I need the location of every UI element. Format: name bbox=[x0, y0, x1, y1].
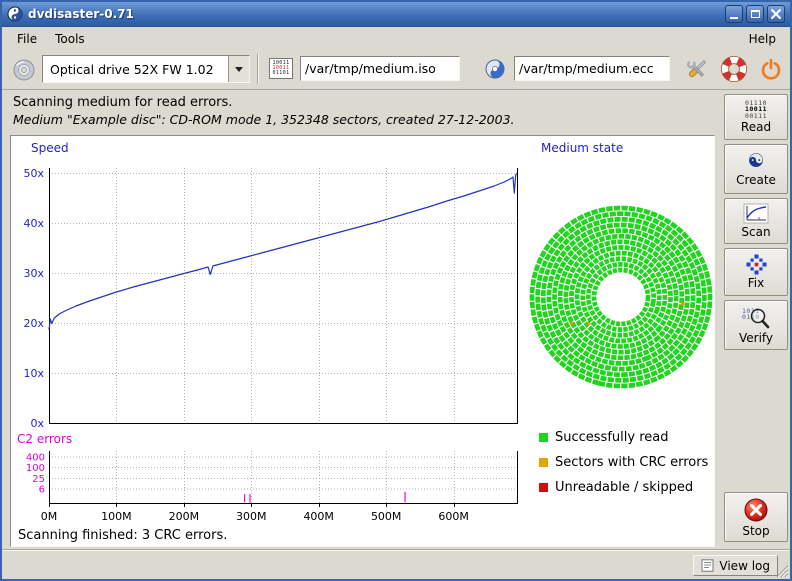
legend-label: Unreadable / skipped bbox=[555, 480, 693, 495]
results-panel: Speed 0x10x20x30x40x50x C2 errors 0M100M… bbox=[10, 135, 715, 547]
binary-read-icon: 01110 10011 00111 bbox=[745, 100, 767, 120]
combo-arrow-button[interactable] bbox=[228, 56, 249, 82]
svg-text:400: 400 bbox=[26, 452, 45, 463]
svg-text:10x: 10x bbox=[23, 367, 44, 380]
svg-text:30x: 30x bbox=[23, 267, 44, 280]
read-button[interactable]: 01110 10011 00111 Read bbox=[724, 94, 788, 140]
quit-button[interactable] bbox=[756, 54, 786, 84]
toolbar-separator bbox=[257, 54, 259, 84]
svg-text:0x: 0x bbox=[30, 417, 44, 430]
speed-chart-title: Speed bbox=[31, 141, 69, 155]
stop-button[interactable]: Stop bbox=[724, 492, 788, 542]
svg-text:6: 6 bbox=[39, 485, 45, 496]
drive-select-value: Optical drive 52X FW 1.02 bbox=[43, 62, 228, 77]
svg-text:50x: 50x bbox=[23, 167, 44, 180]
window-controls bbox=[725, 5, 785, 23]
legend-item: Sectors with CRC errors bbox=[539, 455, 708, 470]
minimize-icon bbox=[730, 17, 738, 19]
chevron-down-icon bbox=[235, 67, 243, 72]
view-log-button[interactable]: View log bbox=[693, 555, 778, 576]
resize-grip[interactable] bbox=[774, 563, 789, 578]
wrench-icon bbox=[683, 56, 710, 83]
svg-text:300M: 300M bbox=[236, 510, 267, 523]
svg-text:25: 25 bbox=[32, 474, 45, 485]
svg-text:0M: 0M bbox=[41, 510, 58, 523]
stop-button-label: Stop bbox=[742, 524, 769, 538]
svg-text:200M: 200M bbox=[169, 510, 200, 523]
image-file-icon: 10011 10011 01101 bbox=[269, 58, 292, 79]
verify-button[interactable]: 1011 0110 Verify bbox=[724, 300, 788, 350]
svg-text:100M: 100M bbox=[101, 510, 132, 523]
fix-pixels-icon bbox=[746, 254, 767, 275]
speed-chart: 0x 10x 20x 30x 40x 50x bbox=[11, 156, 531, 434]
view-log-label: View log bbox=[719, 559, 770, 573]
yin-yang-icon: ☯ bbox=[747, 151, 764, 172]
medium-state-disc bbox=[526, 202, 716, 392]
menubar: File Tools Help bbox=[2, 28, 790, 49]
svg-text:20x: 20x bbox=[23, 317, 44, 330]
maximize-icon bbox=[751, 10, 760, 18]
cd-drive-icon bbox=[12, 58, 36, 82]
read-button-label: Read bbox=[741, 120, 771, 134]
svg-text:500M: 500M bbox=[371, 510, 402, 523]
svg-text:100: 100 bbox=[26, 463, 45, 474]
scan-button[interactable]: Scan bbox=[724, 198, 788, 244]
legend-swatch-green bbox=[539, 433, 548, 442]
legend-label: Successfully read bbox=[555, 430, 668, 445]
help-button[interactable] bbox=[718, 53, 750, 85]
status-line-2: Medium "Example disc": CD-ROM mode 1, 35… bbox=[13, 112, 515, 127]
app-icon bbox=[7, 6, 23, 22]
close-icon bbox=[768, 6, 784, 22]
svg-text:400M: 400M bbox=[303, 510, 334, 523]
legend-item: Successfully read bbox=[539, 430, 668, 445]
statusbar: View log bbox=[2, 549, 790, 579]
fix-button-label: Fix bbox=[748, 276, 764, 290]
create-button[interactable]: ☯ Create bbox=[724, 144, 788, 194]
ecc-path-input[interactable] bbox=[514, 56, 670, 81]
iso-path-input[interactable] bbox=[300, 56, 460, 81]
svg-text:600M: 600M bbox=[438, 510, 469, 523]
menu-help[interactable]: Help bbox=[740, 30, 784, 48]
lifebuoy-icon bbox=[720, 55, 748, 83]
legend-label: Sectors with CRC errors bbox=[555, 455, 708, 470]
preferences-button[interactable] bbox=[680, 54, 712, 84]
scan-button-label: Scan bbox=[741, 225, 770, 239]
c2-errors-chart: 0M 100M 200M 300M 400M 500M 600M 625100400 bbox=[11, 449, 531, 529]
scan-summary: Scanning finished: 3 CRC errors. bbox=[18, 528, 227, 543]
power-icon bbox=[759, 57, 783, 81]
legend-item: Unreadable / skipped bbox=[539, 480, 693, 495]
verify-magnifier-icon: 1011 0110 bbox=[742, 306, 770, 330]
titlebar[interactable]: dvdisaster-0.71 bbox=[2, 2, 790, 27]
ecc-file-button[interactable] bbox=[480, 54, 510, 83]
ecc-disc-icon bbox=[484, 58, 506, 80]
create-button-label: Create bbox=[736, 173, 776, 187]
maximize-button[interactable] bbox=[746, 5, 764, 23]
iso-image-button[interactable]: 10011 10011 01101 bbox=[266, 54, 296, 83]
menu-tools[interactable]: Tools bbox=[46, 30, 94, 48]
verify-button-label: Verify bbox=[739, 331, 773, 345]
legend-swatch-yellow bbox=[539, 458, 548, 467]
close-button[interactable] bbox=[767, 5, 785, 23]
svg-text:40x: 40x bbox=[23, 217, 44, 230]
minimize-button[interactable] bbox=[725, 5, 743, 23]
scan-chart-icon bbox=[743, 203, 769, 224]
app-window: dvdisaster-0.71 File Tools Help bbox=[0, 0, 792, 581]
c2-chart-title: C2 errors bbox=[17, 432, 72, 446]
fix-button[interactable]: Fix bbox=[724, 248, 788, 296]
legend-swatch-red bbox=[539, 483, 548, 492]
menu-file[interactable]: File bbox=[8, 30, 46, 48]
drive-select-combobox[interactable]: Optical drive 52X FW 1.02 bbox=[42, 55, 250, 83]
stop-icon bbox=[743, 497, 769, 523]
window-title: dvdisaster-0.71 bbox=[28, 7, 134, 21]
drive-select-button[interactable] bbox=[10, 56, 38, 84]
status-line-1: Scanning medium for read errors. bbox=[13, 95, 232, 110]
log-icon bbox=[701, 559, 714, 572]
medium-state-title: Medium state bbox=[541, 141, 623, 155]
toolbar: Optical drive 52X FW 1.02 10011 10011 01… bbox=[2, 49, 790, 90]
